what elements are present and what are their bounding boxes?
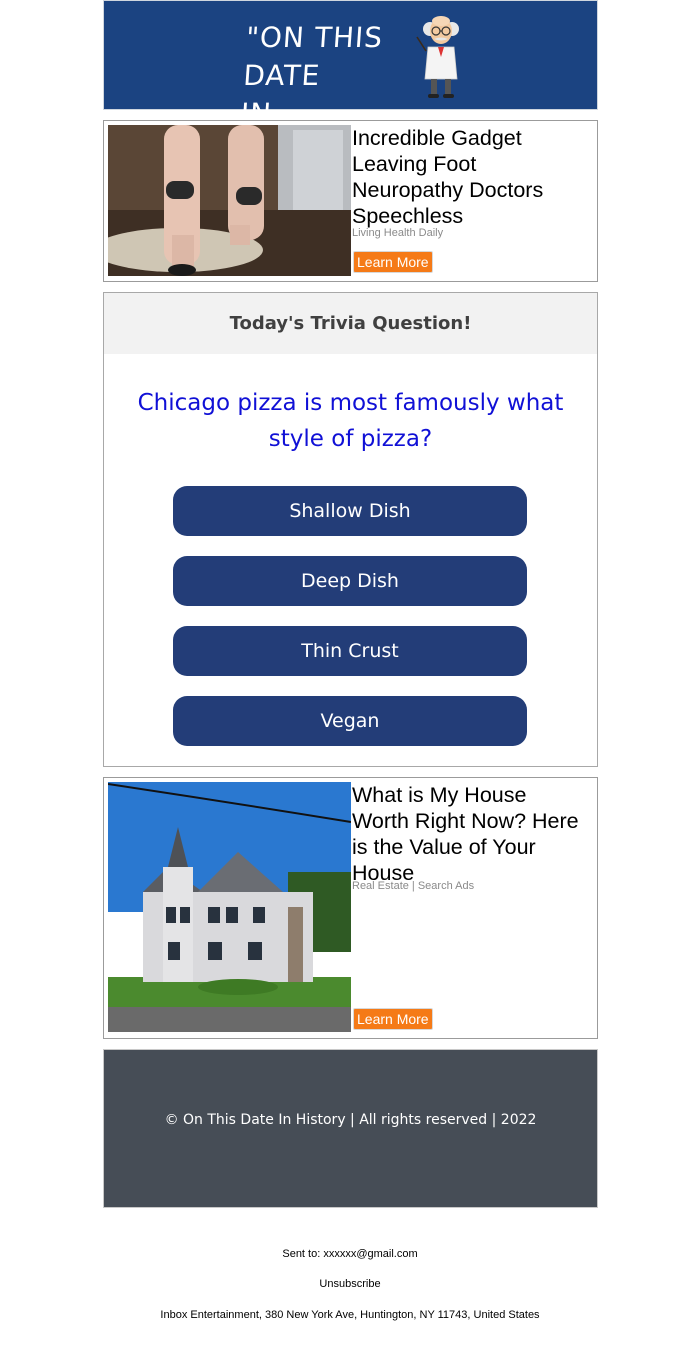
answer-button-deep-dish[interactable]: Deep Dish <box>173 556 527 606</box>
trivia-question: Chicago pizza is most famously what styl… <box>137 390 564 452</box>
trivia-heading: Today's Trivia Question! <box>104 293 597 354</box>
company-address: Inbox Entertainment, 380 New York Ave, H… <box>160 1309 540 1321</box>
sent-to-text: Sent to: xxxxxx@gmail.com <box>282 1248 418 1260</box>
ad-image-house[interactable] <box>108 782 351 1032</box>
sponsored-ad-card[interactable]: Incredible Gadget Leaving Foot Neuropath… <box>103 120 598 282</box>
ad-title[interactable]: What is My House Worth Right Now? Here i… <box>352 782 582 886</box>
copyright-text: © On This Date In History | All rights r… <box>164 1112 537 1128</box>
email-page: "ON THIS DATE IN HISTORY..." <box>0 0 700 1362</box>
unsubscribe-link[interactable]: Unsubscribe <box>0 1278 700 1290</box>
ad-source: Real Estate | Search Ads <box>352 880 475 892</box>
trivia-card: Today's Trivia Question! Chicago pizza i… <box>103 292 598 767</box>
header-banner[interactable]: "ON THIS DATE IN HISTORY..." <box>103 0 598 168</box>
professor-mascot-icon <box>416 16 459 98</box>
answer-button-shallow-dish[interactable]: Shallow Dish <box>173 486 527 536</box>
ad-photo-legs-icon <box>108 125 351 276</box>
ad-image-legs[interactable] <box>108 125 351 276</box>
ad-title[interactable]: Incredible Gadget Leaving Foot Neuropath… <box>352 125 582 229</box>
learn-more-button[interactable]: Learn More <box>353 1008 433 1030</box>
answer-button-thin-crust[interactable]: Thin Crust <box>173 626 527 676</box>
learn-more-button[interactable]: Learn More <box>353 251 433 273</box>
answer-button-vegan[interactable]: Vegan <box>173 696 527 746</box>
footer: © On This Date In History | All rights r… <box>103 1049 598 1208</box>
sponsored-ad-card[interactable]: What is My House Worth Right Now? Here i… <box>103 777 598 1039</box>
ad-photo-house-icon <box>108 782 351 1032</box>
ad-source: Living Health Daily <box>352 227 444 239</box>
